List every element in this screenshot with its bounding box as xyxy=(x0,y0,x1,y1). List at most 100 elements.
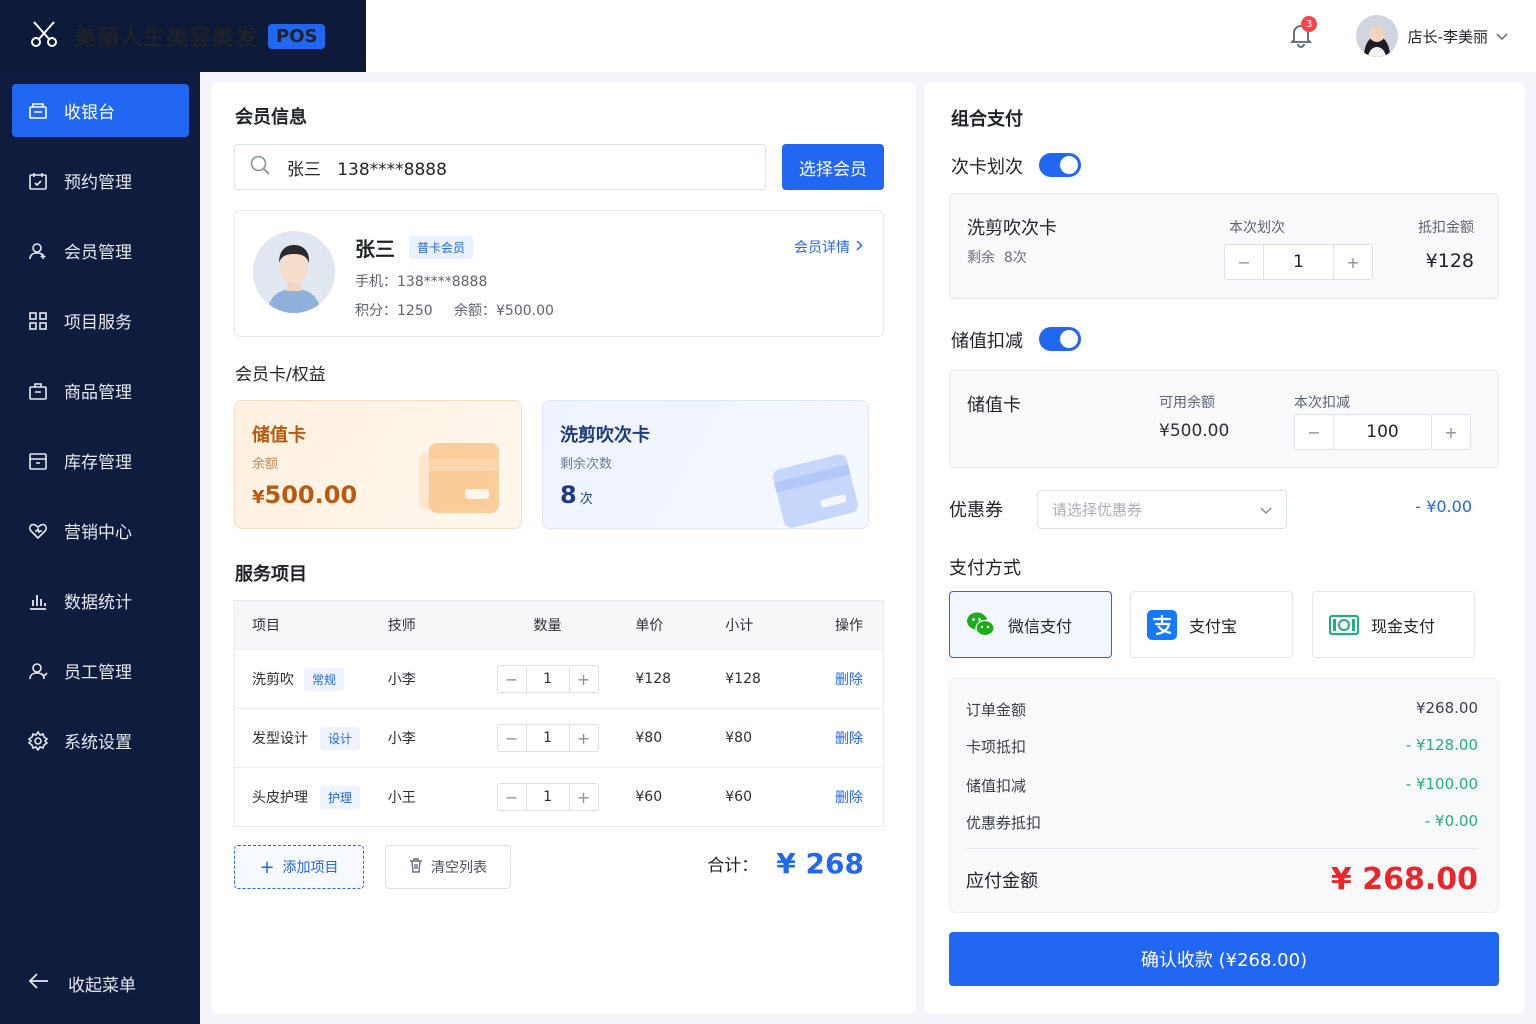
minus-button[interactable]: − xyxy=(1225,245,1263,279)
plus-icon: + xyxy=(259,856,275,878)
times-deduct-value: ¥128 xyxy=(1425,250,1474,272)
total-value: ¥ 268 xyxy=(776,847,864,880)
summary-row-card: 卡项抵扣 - ¥128.00 xyxy=(966,736,1478,757)
plus-button[interactable]: + xyxy=(1334,245,1372,279)
quantity-value[interactable]: 1 xyxy=(525,784,570,810)
quantity-stepper: −1 + xyxy=(496,783,599,811)
chevron-right-icon xyxy=(856,239,863,255)
sidebar-item-label: 库存管理 xyxy=(64,453,132,473)
wechat-pay-option[interactable]: 微信支付 xyxy=(949,591,1112,658)
table-row: 发型设计 设计 小李 −1 + ¥80 ¥80 删除 xyxy=(235,708,883,767)
stored-card-label: 余额 xyxy=(252,457,279,472)
summary-label: 订单金额 xyxy=(966,701,1027,719)
summary-row-coupon: 优惠券抵扣 - ¥0.00 xyxy=(966,812,1478,833)
stored-value-toggle[interactable] xyxy=(1039,327,1081,351)
plus-button[interactable]: + xyxy=(570,725,598,751)
quantity-stepper: −1 + xyxy=(496,665,599,693)
sidebar-item-inventory[interactable]: 库存管理 xyxy=(12,434,189,487)
service-subtotal: ¥60 xyxy=(725,789,752,805)
plus-button[interactable]: + xyxy=(570,666,598,692)
sidebar-item-settings[interactable]: 系统设置 xyxy=(12,714,189,767)
services-section-title: 服务项目 xyxy=(235,564,307,585)
quantity-value[interactable]: 1 xyxy=(525,725,570,751)
plus-button[interactable]: + xyxy=(570,784,598,810)
stored-deduct-stepper: −100 + xyxy=(1294,414,1471,450)
user-menu[interactable]: 店长-李美丽 xyxy=(1355,15,1508,57)
minus-button[interactable]: − xyxy=(498,666,526,692)
column-header: 数量 xyxy=(533,618,562,634)
summary-divider xyxy=(966,848,1478,849)
heart-icon xyxy=(28,521,48,541)
sidebar-item-staff[interactable]: 员工管理 xyxy=(12,644,189,697)
quantity-value[interactable]: 1 xyxy=(525,666,570,692)
scissors-icon xyxy=(28,18,60,54)
stored-value-card[interactable]: 储值卡 余额 ¥500.00 xyxy=(234,400,522,529)
service-subtotal: ¥80 xyxy=(725,730,752,746)
minus-button[interactable]: − xyxy=(498,784,526,810)
quantity-stepper: −1 + xyxy=(496,724,599,752)
sidebar: 收银台 预约管理 会员管理 项目服务 商品管理 库存管理 营销中心 数据统计 员… xyxy=(0,0,200,1024)
sidebar-item-label: 数据统计 xyxy=(64,593,132,613)
coupon-placeholder: 请选择优惠券 xyxy=(1052,501,1143,519)
alipay-option[interactable]: 支付宝 xyxy=(1130,591,1293,658)
times-card-name: 洗剪吹次卡 xyxy=(967,218,1057,239)
confirm-payment-button[interactable]: 确认收款 (¥268.00) xyxy=(949,932,1499,986)
sidebar-item-marketing[interactable]: 营销中心 xyxy=(12,504,189,557)
summary-label: 储值扣减 xyxy=(966,777,1027,795)
coupon-select[interactable]: 请选择优惠券 xyxy=(1037,490,1287,529)
delete-link[interactable]: 删除 xyxy=(815,669,883,689)
available-balance-label: 可用余额 xyxy=(1159,395,1215,411)
sidebar-item-products[interactable]: 商品管理 xyxy=(12,364,189,417)
delete-link[interactable]: 删除 xyxy=(815,787,883,807)
stored-card-currency: ¥ xyxy=(252,487,265,508)
sidebar-item-label: 预约管理 xyxy=(64,173,132,193)
minus-button[interactable]: − xyxy=(498,725,526,751)
sidebar-item-members[interactable]: 会员管理 xyxy=(12,224,189,277)
select-member-button[interactable]: 选择会员 xyxy=(782,144,884,190)
sidebar-item-label: 营销中心 xyxy=(64,523,132,543)
add-service-button[interactable]: + 添加项目 xyxy=(234,845,364,889)
times-card-toggle[interactable] xyxy=(1039,153,1081,177)
sidebar-item-cashier[interactable]: 收银台 xyxy=(12,84,189,137)
clear-list-button[interactable]: 清空列表 xyxy=(385,845,511,889)
user-icon xyxy=(28,241,48,261)
summary-value: - ¥0.00 xyxy=(1424,812,1478,830)
service-name: 头皮护理 xyxy=(252,790,308,806)
column-header: 技师 xyxy=(387,618,416,634)
search-icon xyxy=(249,154,271,181)
cash-pay-option[interactable]: 现金支付 xyxy=(1312,591,1475,658)
stored-card-value: 500.00 xyxy=(264,481,358,509)
summary-label: 优惠券抵扣 xyxy=(966,814,1042,832)
table-row: 头皮护理 护理 小王 −1 + ¥60 ¥60 删除 xyxy=(235,767,883,826)
wallet-icon xyxy=(419,439,509,523)
service-name: 发型设计 xyxy=(252,731,308,747)
wechat-pay-label: 微信支付 xyxy=(1008,616,1073,636)
summary-value: - ¥100.00 xyxy=(1405,775,1478,793)
sidebar-item-services[interactable]: 项目服务 xyxy=(12,294,189,347)
stored-deduct-value[interactable]: 100 xyxy=(1333,415,1432,449)
sidebar-item-appointments[interactable]: 预约管理 xyxy=(12,154,189,207)
times-card[interactable]: 洗剪吹次卡 剩余次数 8次 xyxy=(542,400,869,529)
clear-list-label: 清空列表 xyxy=(431,860,487,876)
stored-deduct-label: 本次扣减 xyxy=(1294,395,1350,411)
notification-badge: 3 xyxy=(1301,16,1317,32)
alipay-icon xyxy=(1147,609,1177,640)
member-balance: 余额：¥500.00 xyxy=(454,303,554,319)
member-detail-link[interactable]: 会员详情 xyxy=(794,237,863,257)
plus-button[interactable]: + xyxy=(1432,415,1470,449)
times-card-deduct-box: 洗剪吹次卡 剩余 8次 本次划次 −1 + 抵扣金额 ¥128 xyxy=(949,193,1499,299)
cash-icon xyxy=(1328,610,1360,640)
service-price: ¥60 xyxy=(635,789,663,805)
trash-icon xyxy=(409,857,423,877)
available-balance-value: ¥500.00 xyxy=(1159,421,1230,441)
times-card-title: 洗剪吹次卡 xyxy=(560,425,650,446)
summary-value: - ¥128.00 xyxy=(1405,736,1478,754)
sidebar-item-statistics[interactable]: 数据统计 xyxy=(12,574,189,627)
collapse-menu-button[interactable]: 收起菜单 xyxy=(28,971,136,996)
avatar xyxy=(1355,15,1398,57)
times-qty-value[interactable]: 1 xyxy=(1263,245,1334,279)
times-qty-stepper: −1 + xyxy=(1224,244,1373,280)
member-search-input[interactable]: 张三 138****8888 xyxy=(234,144,766,190)
minus-button[interactable]: − xyxy=(1295,415,1333,449)
delete-link[interactable]: 删除 xyxy=(815,728,883,748)
